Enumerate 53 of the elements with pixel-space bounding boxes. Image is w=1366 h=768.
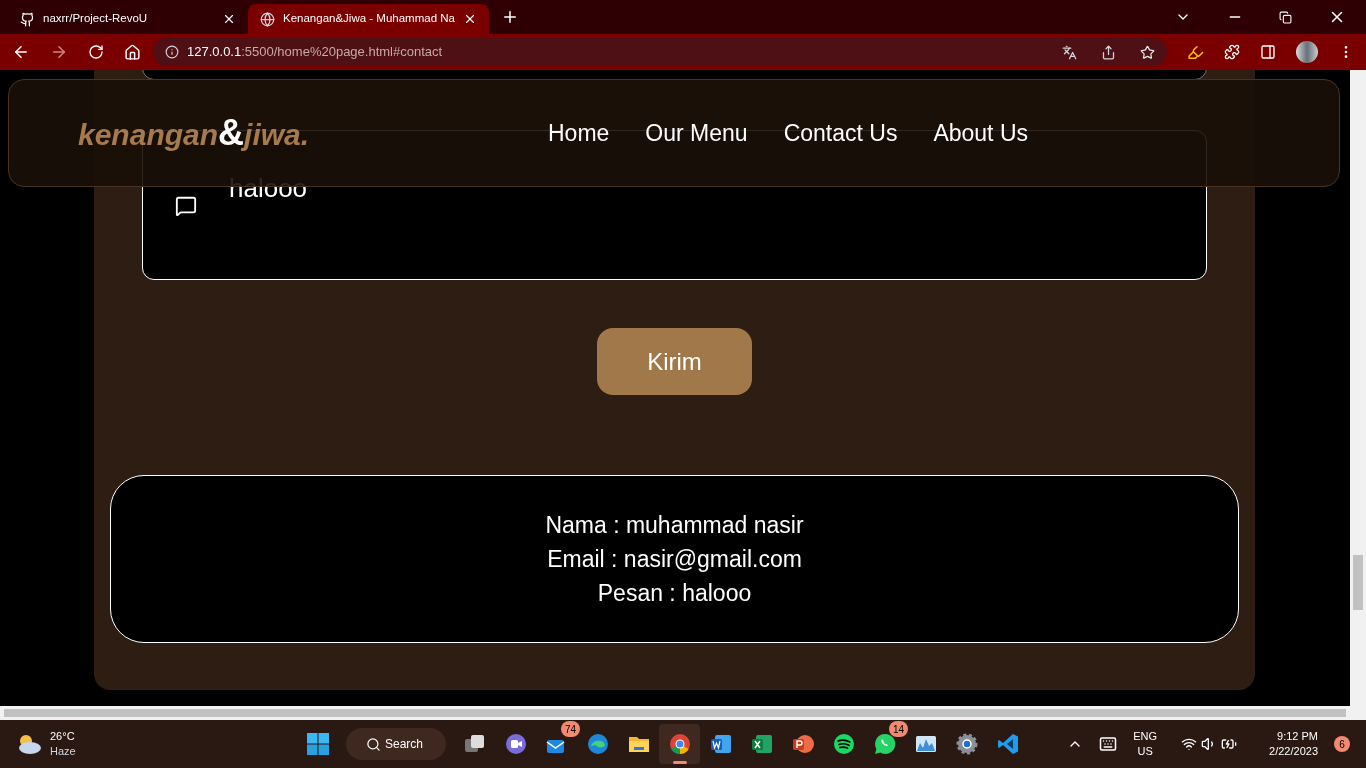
weather-text: Haze <box>50 744 76 759</box>
globe-icon <box>260 11 275 27</box>
submit-button[interactable]: Kirim <box>597 328 752 395</box>
slides-icon[interactable] <box>790 732 815 756</box>
chrome-icon[interactable] <box>667 732 692 756</box>
tab-title: Kenangan&Jiwa - Muhammad Na <box>283 11 455 27</box>
video-chat-icon[interactable] <box>503 732 528 756</box>
url-text: 127.0.0.1:5500/home%20page.html#contact <box>187 43 443 62</box>
weather-icon <box>16 733 42 755</box>
address-bar[interactable]: 127.0.0.1:5500/home%20page.html#contact <box>153 38 1167 66</box>
browser-icon[interactable] <box>585 732 610 756</box>
restore-icon[interactable] <box>1279 10 1292 24</box>
wifi-icon[interactable] <box>1181 736 1198 752</box>
battery-icon[interactable] <box>1221 736 1238 752</box>
notification-badge[interactable]: 6 <box>1334 736 1350 752</box>
profile-avatar[interactable] <box>1296 41 1318 63</box>
notification-badge: 74 <box>560 721 580 737</box>
home-icon[interactable] <box>124 43 141 61</box>
highlighter-icon[interactable] <box>1187 43 1204 61</box>
clock[interactable]: 9:12 PM 2/22/2023 <box>1269 729 1318 759</box>
keyboard-icon[interactable] <box>1099 735 1118 753</box>
taskbar-search[interactable]: Search <box>346 728 446 760</box>
close-icon[interactable] <box>222 12 236 26</box>
vertical-scrollbar[interactable] <box>1350 70 1366 720</box>
notification-badge: 14 <box>888 721 908 737</box>
share-icon[interactable] <box>1101 44 1116 60</box>
music-icon[interactable] <box>831 732 856 756</box>
side-panel-icon[interactable] <box>1260 44 1276 60</box>
result-text: Email : nasir@gmail.com <box>547 545 802 574</box>
reload-icon[interactable] <box>88 44 104 60</box>
search-icon <box>366 736 381 752</box>
forward-icon[interactable] <box>50 43 68 61</box>
temperature-text: 26°C <box>50 729 76 744</box>
back-icon[interactable] <box>12 43 30 61</box>
result-text: Pesan : halooo <box>597 579 752 608</box>
document-icon[interactable] <box>708 732 733 756</box>
browser-tab[interactable]: naxrr/Project-RevoU <box>8 4 248 34</box>
browser-tab[interactable]: Kenangan&Jiwa - Muhammad Na <box>248 4 489 34</box>
language-indicator[interactable]: ENG US <box>1133 729 1158 759</box>
code-editor-icon[interactable] <box>995 732 1020 756</box>
star-icon[interactable] <box>1140 44 1155 60</box>
translate-icon[interactable] <box>1062 44 1077 60</box>
tab-title: naxrr/Project-RevoU <box>43 11 149 27</box>
extensions-icon[interactable] <box>1224 44 1240 60</box>
settings-icon[interactable] <box>954 732 979 756</box>
result-text: Nama : muhammad nasir <box>545 511 804 540</box>
message-icon <box>175 195 197 217</box>
spreadsheet-icon[interactable] <box>749 732 774 756</box>
start-icon[interactable] <box>306 732 330 756</box>
info-icon[interactable] <box>165 45 179 59</box>
github-icon <box>20 11 35 27</box>
chat-icon[interactable] <box>872 732 897 756</box>
horizontal-scrollbar[interactable] <box>0 706 1350 720</box>
